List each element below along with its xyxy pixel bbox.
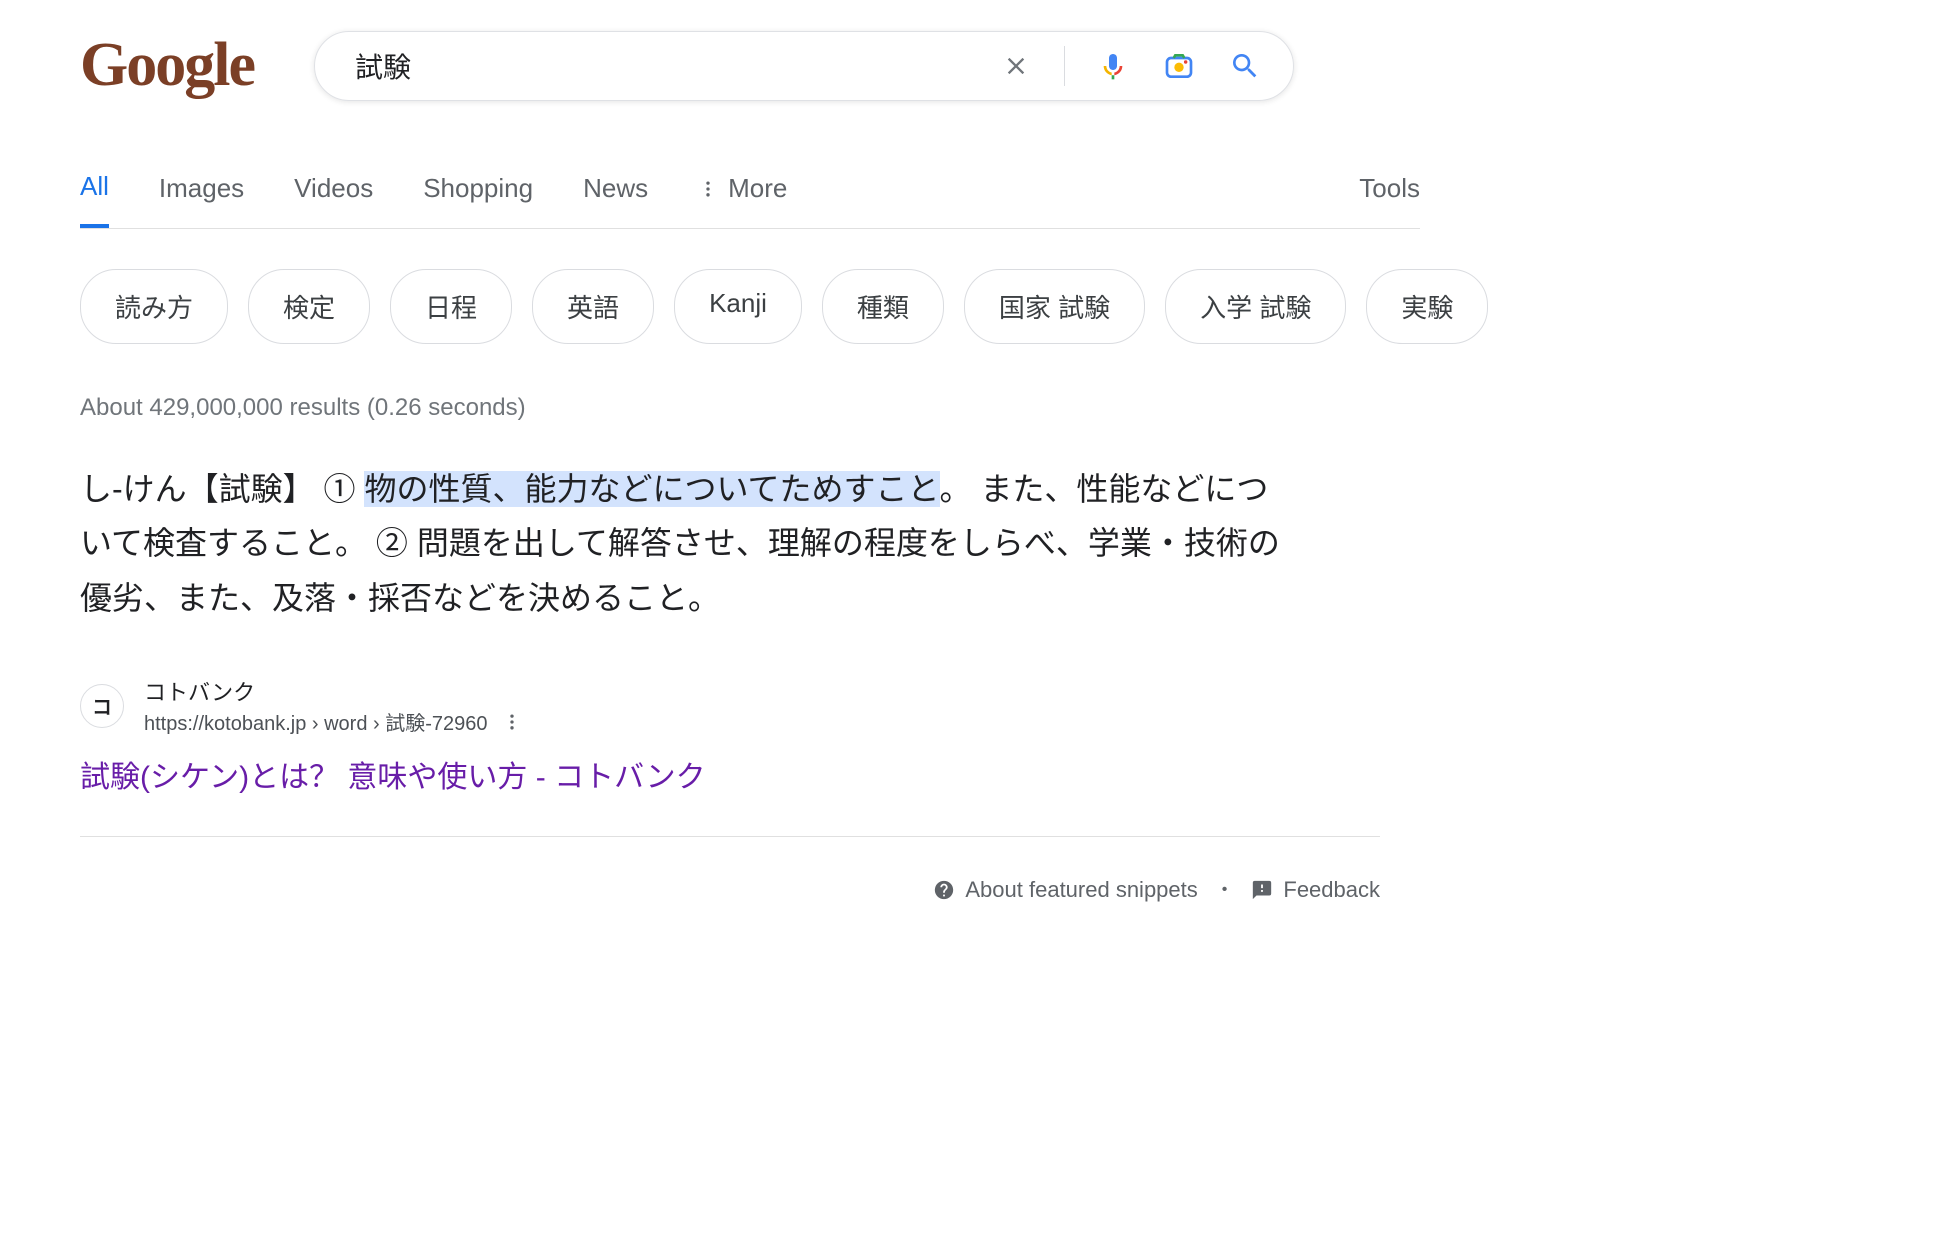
chip-schedule[interactable]: 日程 [390,269,512,344]
feedback-link[interactable]: Feedback [1251,877,1380,903]
search-icon[interactable] [1227,48,1263,84]
feedback-label: Feedback [1283,877,1380,903]
tab-more-label: More [728,173,787,204]
chip-national-exam[interactable]: 国家 試験 [964,269,1145,344]
result-favicon: コ [80,684,124,728]
more-icon [698,179,718,199]
tab-shopping[interactable]: Shopping [423,173,533,226]
divider [1064,46,1065,86]
tab-videos[interactable]: Videos [294,173,373,226]
separator-dot: • [1222,881,1228,899]
chip-kanji[interactable]: Kanji [674,269,802,344]
chip-english[interactable]: 英語 [532,269,654,344]
result-stats: About 429,000,000 results (0.26 seconds) [0,344,1938,422]
about-featured-snippets-label: About featured snippets [965,877,1197,903]
tab-all[interactable]: All [80,171,109,228]
tab-images[interactable]: Images [159,173,244,226]
chip-reading[interactable]: 読み方 [80,269,228,344]
tab-news[interactable]: News [583,173,648,226]
voice-search-icon[interactable] [1095,48,1131,84]
search-input[interactable] [345,50,998,82]
snippet-prefix: し‐けん【試験】 ① [80,471,364,507]
result-breadcrumb: https://kotobank.jp › word › 試験-72960 [144,707,488,736]
lens-icon[interactable] [1161,48,1197,84]
featured-snippet-text: し‐けん【試験】 ① 物の性質、能力などについてためすこと。 また、性能などにつ… [0,422,1300,625]
more-icon[interactable] [502,712,522,732]
feedback-icon [1251,879,1273,901]
chip-entrance-exam[interactable]: 入学 試験 [1165,269,1346,344]
tools-button[interactable]: Tools [1359,173,1420,226]
about-featured-snippets-link[interactable]: About featured snippets [933,877,1197,903]
chip-types[interactable]: 種類 [822,269,944,344]
snippet-highlight: 物の性質、能力などについてためすこと [364,471,939,507]
chip-experiment[interactable]: 実験 [1366,269,1488,344]
search-bar [314,31,1294,101]
result-site-name: コトバンク [144,675,522,707]
chip-kentei[interactable]: 検定 [248,269,370,344]
result-title-link[interactable]: 試験(シケン)とは？ 意味や使い方 - コトバンク [80,752,1300,796]
help-icon [933,879,955,901]
tab-more[interactable]: More [698,173,787,226]
google-logo[interactable]: Google [80,30,254,101]
clear-icon[interactable] [998,48,1034,84]
